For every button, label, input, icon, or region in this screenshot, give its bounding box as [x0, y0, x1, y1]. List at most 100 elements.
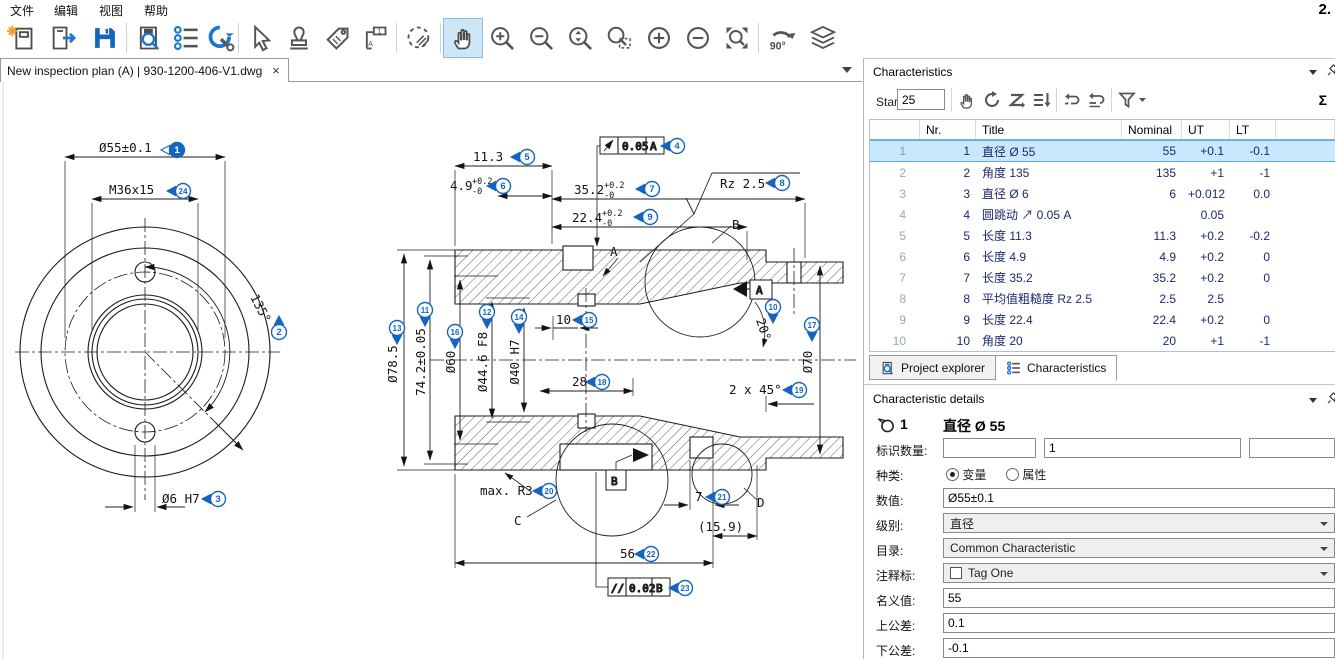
radio-icon[interactable]	[946, 468, 959, 481]
increase-button[interactable]	[640, 19, 678, 57]
table-cell[interactable]: 8	[870, 292, 920, 306]
table-cell[interactable]: -1	[1230, 334, 1276, 348]
decrease-button[interactable]	[679, 19, 717, 57]
zoom-out-button[interactable]	[522, 19, 560, 57]
table-cell[interactable]: 0	[1230, 250, 1276, 264]
table-cell[interactable]: 4.9	[1122, 250, 1182, 264]
table-cell[interactable]: +0.1	[1182, 144, 1230, 158]
zoom-dynamic-button[interactable]	[561, 19, 599, 57]
pick-characteristic-button[interactable]	[955, 88, 979, 112]
table-cell[interactable]: +1	[1182, 166, 1230, 180]
table-cell[interactable]: 20	[1122, 334, 1182, 348]
stamp-position-button[interactable]: 1 A	[356, 19, 394, 57]
menu-view[interactable]: 视图	[95, 2, 127, 19]
table-cell[interactable]: 直径 Ø 6	[976, 185, 1122, 202]
table-cell[interactable]: 3	[870, 187, 920, 201]
table-row[interactable]: 11直径 Ø 5555+0.1-0.1	[870, 140, 1335, 162]
evaluation-settings-button[interactable]	[202, 19, 240, 57]
level-select[interactable]: 直径	[943, 513, 1335, 533]
table-row[interactable]: 44圆跳动 ↗ 0.05 A0.05	[870, 204, 1335, 225]
id-qty-input-2[interactable]	[1044, 438, 1241, 458]
renumber-all-button[interactable]	[1085, 88, 1109, 112]
table-cell[interactable]: 55	[1122, 144, 1182, 158]
checkbox-icon[interactable]	[950, 567, 962, 579]
table-cell[interactable]: 2	[920, 166, 976, 180]
tab-project-explorer[interactable]: Project explorer	[869, 355, 996, 380]
table-cell[interactable]: 1	[920, 144, 976, 158]
table-cell[interactable]: 2.5	[1182, 292, 1230, 306]
table-cell[interactable]: 9	[920, 313, 976, 327]
table-row[interactable]: 99长度 22.422.4+0.20	[870, 309, 1335, 330]
table-cell[interactable]: 角度 135	[976, 164, 1122, 181]
zoom-in-button[interactable]	[483, 19, 521, 57]
open-document-button[interactable]	[44, 19, 82, 57]
table-cell[interactable]: +1	[1182, 334, 1230, 348]
table-cell[interactable]: 8	[920, 292, 976, 306]
panel-collapse-icon[interactable]	[1309, 70, 1317, 75]
layers-button[interactable]	[804, 19, 842, 57]
table-cell[interactable]: 平均值粗糙度 Rz 2.5	[976, 290, 1122, 307]
tab-close-icon[interactable]: ×	[272, 64, 280, 77]
project-explorer-button[interactable]	[130, 19, 168, 57]
zoom-window-button[interactable]	[600, 19, 638, 57]
table-cell[interactable]: 0.0	[1230, 187, 1276, 201]
lower-tol-input[interactable]	[943, 638, 1335, 658]
document-tab[interactable]: New inspection plan (A) | 930-1200-406-V…	[0, 58, 289, 82]
pin-icon[interactable]	[1327, 64, 1335, 78]
table-cell[interactable]: 2	[870, 166, 920, 180]
table-cell[interactable]: 长度 4.9	[976, 248, 1122, 265]
table-row[interactable]: 88平均值粗糙度 Rz 2.52.52.5	[870, 288, 1335, 309]
table-row[interactable]: 33直径 Ø 66+0.0120.0	[870, 183, 1335, 204]
table-cell[interactable]: 10	[870, 334, 920, 348]
rotate-90-button[interactable]: 90°	[762, 19, 800, 57]
id-qty-input-3[interactable]	[1249, 438, 1335, 458]
table-cell[interactable]: -0.1	[1230, 144, 1276, 158]
table-cell[interactable]: +0.012	[1182, 187, 1230, 201]
hatch-region-button[interactable]	[400, 19, 438, 57]
table-cell[interactable]: 2.5	[1122, 292, 1182, 306]
tab-characteristics[interactable]: Characteristics	[995, 355, 1117, 381]
save-button[interactable]	[86, 19, 124, 57]
renumber-one-button[interactable]	[1060, 88, 1084, 112]
catalog-select[interactable]: Common Characteristic	[943, 538, 1335, 558]
refresh-numbering-button[interactable]	[980, 88, 1004, 112]
table-cell[interactable]: +0.2	[1182, 229, 1230, 243]
table-cell[interactable]: 5	[870, 229, 920, 243]
table-row[interactable]: 1010角度 2020+1-1	[870, 330, 1335, 351]
upper-tol-input[interactable]	[943, 613, 1335, 633]
table-row[interactable]: 66长度 4.94.9+0.20	[870, 246, 1335, 267]
start-input[interactable]	[897, 89, 945, 110]
pin-icon[interactable]	[1327, 392, 1335, 406]
menu-file[interactable]: 文件	[6, 2, 38, 19]
table-cell[interactable]: 7	[920, 271, 976, 285]
select-cursor-button[interactable]	[242, 19, 280, 57]
table-header[interactable]: Nr. Title Nominal UT LT	[870, 120, 1335, 140]
table-cell[interactable]: 1	[870, 144, 920, 158]
table-row[interactable]: 22角度 135135+1-1	[870, 162, 1335, 183]
tab-list-dropdown-icon[interactable]	[842, 67, 852, 73]
table-cell[interactable]: +0.2	[1182, 250, 1230, 264]
stamp-button[interactable]	[280, 19, 318, 57]
table-cell[interactable]: 35.2	[1122, 271, 1182, 285]
table-cell[interactable]: 5	[920, 229, 976, 243]
table-cell[interactable]: 长度 22.4	[976, 311, 1122, 328]
table-cell[interactable]: 直径 Ø 55	[976, 143, 1122, 160]
table-cell[interactable]: 0	[1230, 313, 1276, 327]
table-row[interactable]: 77长度 35.235.2+0.20	[870, 267, 1335, 288]
table-cell[interactable]: 角度 20	[976, 332, 1122, 349]
filter-button[interactable]	[1115, 88, 1149, 112]
value-input[interactable]	[943, 488, 1335, 508]
table-cell[interactable]: 6	[1122, 187, 1182, 201]
table-cell[interactable]: 4	[920, 208, 976, 222]
radio-icon[interactable]	[1006, 468, 1019, 481]
table-cell[interactable]: 135	[1122, 166, 1182, 180]
kind-radio-attribute[interactable]: 属性	[1006, 466, 1046, 483]
table-cell[interactable]: -0.2	[1230, 229, 1276, 243]
details-collapse-icon[interactable]	[1309, 398, 1317, 403]
table-cell[interactable]: 6	[920, 250, 976, 264]
reorder-z-button[interactable]	[1005, 88, 1029, 112]
table-cell[interactable]: 7	[870, 271, 920, 285]
characteristics-list-button[interactable]	[167, 19, 205, 57]
table-cell[interactable]: 9	[870, 313, 920, 327]
table-cell[interactable]: 22.4	[1122, 313, 1182, 327]
